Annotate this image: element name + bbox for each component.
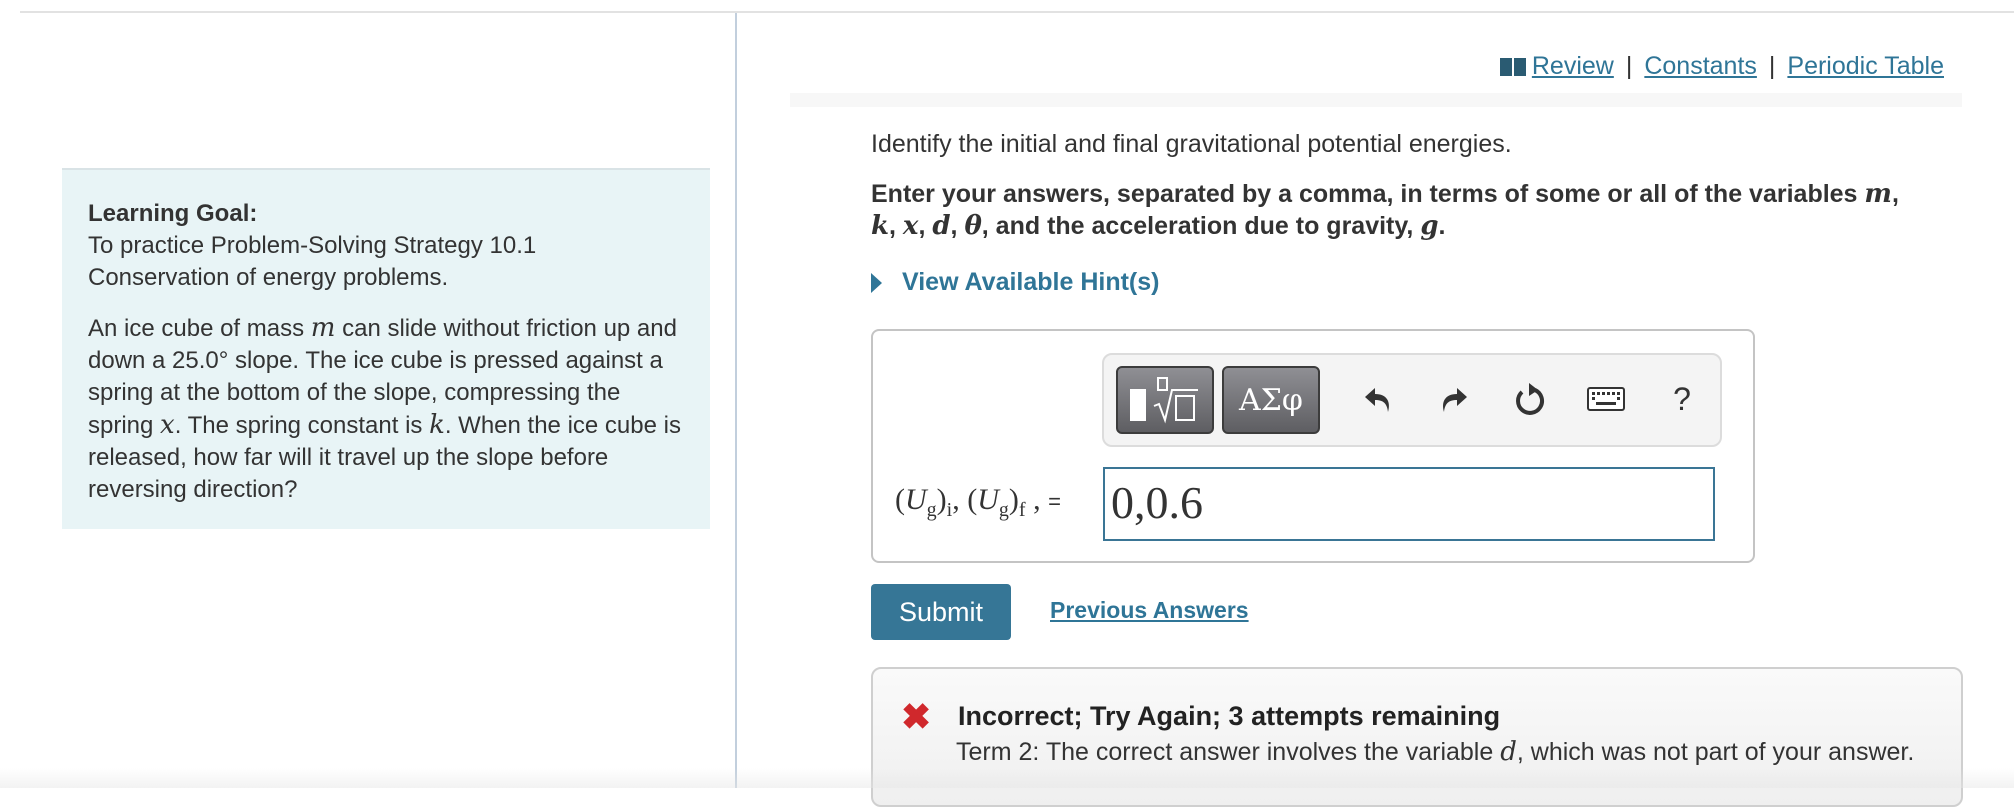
instr-text: , [889,212,903,240]
view-hints-label: View Available Hint(s) [902,268,1160,296]
var-k: k [871,211,890,241]
constants-link[interactable]: Constants [1644,52,1757,81]
keyboard-icon[interactable] [1584,377,1628,421]
periodic-table-link[interactable]: Periodic Table [1787,52,1944,81]
problem-text: . The spring constant is [174,412,430,439]
submit-button[interactable]: Submit [871,584,1011,640]
var-theta: θ [964,211,982,241]
feedback-panel: ✖ Incorrect; Try Again; 3 attempts remai… [871,667,1963,807]
answer-area: ΑΣφ ? (Ug)i, (Ug)f , = 0,0.6 [871,329,1755,563]
sqrt-icon [1153,377,1198,424]
templates-sqrt-icon [1130,389,1146,421]
incorrect-x-icon: ✖ [901,696,932,737]
separator: | [1768,52,1776,80]
math-toolbar: ΑΣφ ? [1102,353,1722,447]
help-button[interactable]: ? [1660,377,1704,421]
var-d: d [932,211,951,241]
label-sub-i: i [946,499,953,521]
instr-text: , and the acceleration due to gravity, [981,212,1421,240]
var-g: g [1420,211,1439,241]
undo-icon[interactable] [1356,377,1400,421]
feedback-title: Incorrect; Try Again; 3 attempts remaini… [958,701,1501,731]
symbols-button[interactable]: ΑΣφ [1222,366,1320,434]
answer-input[interactable]: 0,0.6 [1103,467,1715,541]
equals-sign: = [1048,489,1061,514]
instr-text: Enter your answers, separated by a comma… [871,180,1865,208]
label-sub-f: f [1018,499,1026,521]
label-u: U [905,483,927,516]
redo-icon[interactable] [1432,377,1476,421]
feedback-detail: Term 2: The correct answer involves the … [956,736,1916,768]
problem-text: An ice cube of mass [88,315,311,342]
pane-divider[interactable] [735,13,737,788]
answer-instructions: Enter your answers, separated by a comma… [871,178,1971,242]
problem-statement: An ice cube of mass m can slide without … [88,312,684,506]
instr-text: , [918,212,933,240]
top-rule [20,11,2014,13]
learning-goal-title: Learning Goal: [88,200,258,227]
caret-right-icon [871,272,882,293]
label-sub-g: g [926,499,937,521]
var-k: k [429,410,445,440]
var-x: x [902,211,919,241]
feedback-text: Term 2: The correct answer involves the … [956,738,1501,766]
instr-text: , [950,212,965,240]
question-content: Identify the initial and final gravitati… [871,128,1971,297]
header-strip [790,93,1962,107]
var-x: x [160,410,175,440]
instr-text: , [1891,180,1899,208]
question-prompt: Identify the initial and final gravitati… [871,130,1512,158]
instr-text: . [1438,212,1446,240]
var-m: m [1864,179,1892,209]
learning-goal-panel: Learning Goal: To practice Problem-Solvi… [62,168,710,529]
var-d: d [1500,737,1517,767]
review-link[interactable]: Review [1532,52,1614,81]
view-hints-toggle[interactable]: View Available Hint(s) [871,268,1971,297]
feedback-text: , which was not part of your answer. [1516,738,1915,766]
reset-icon[interactable] [1508,377,1552,421]
answer-label: (Ug)i, (Ug)f , = [895,483,1061,521]
book-icon [1499,57,1526,76]
label-sub-g: g [998,499,1009,521]
separator: | [1625,52,1633,80]
previous-answers-link[interactable]: Previous Answers [1050,597,1249,624]
templates-button[interactable] [1116,366,1214,434]
label-u: U [977,483,999,516]
resource-links: Review | Constants | Periodic Table [1499,52,1944,81]
var-m: m [310,313,336,343]
learning-goal-text: To practice Problem-Solving Strategy 10.… [88,232,537,291]
